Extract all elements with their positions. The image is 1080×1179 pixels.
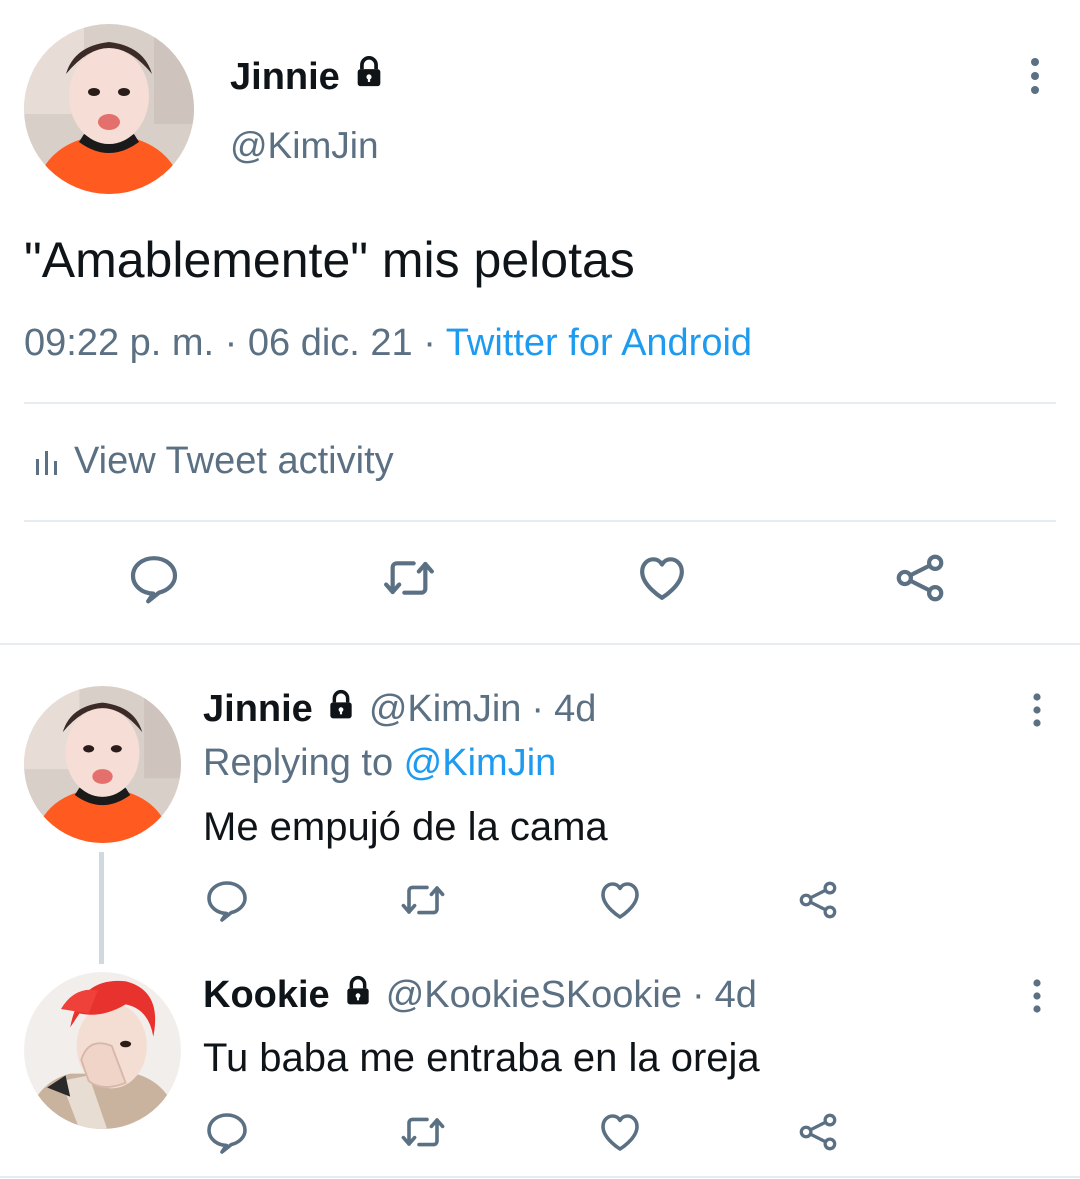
- more-vertical-icon[interactable]: [1022, 692, 1052, 732]
- tweet-actions: [0, 1108, 1080, 1158]
- tweet-text: Tu baba me entraba en la oreja: [203, 1036, 760, 1080]
- avatar[interactable]: [24, 686, 181, 843]
- lock-icon: [342, 974, 374, 1017]
- reply-header: Jinnie @KimJin · 4d: [203, 688, 596, 731]
- main-tweet: Jinnie @KimJin "Amablemente" mis pelotas…: [0, 0, 1080, 645]
- author-name[interactable]: Jinnie: [230, 55, 386, 99]
- divider: [0, 1176, 1080, 1178]
- speech-bubble-icon[interactable]: [126, 550, 182, 606]
- author-name-text: Jinnie: [230, 55, 340, 98]
- tweet-text: Me empujó de la cama: [203, 805, 608, 849]
- retweet-icon[interactable]: [380, 550, 438, 606]
- heart-icon[interactable]: [596, 1108, 644, 1156]
- speech-bubble-icon[interactable]: [203, 876, 251, 924]
- tweet-actions: [0, 876, 1080, 926]
- view-tweet-activity-button[interactable]: View Tweet activity: [34, 440, 394, 483]
- share-icon[interactable]: [796, 1108, 840, 1156]
- replying-prefix: Replying to: [203, 742, 404, 784]
- heart-icon[interactable]: [596, 876, 644, 924]
- author-name[interactable]: Jinnie: [203, 688, 313, 731]
- avatar[interactable]: [24, 972, 181, 1129]
- meta-separator: ·: [214, 322, 248, 364]
- meta-separator: ·: [412, 322, 446, 364]
- share-icon[interactable]: [892, 550, 948, 606]
- author-handle[interactable]: @KimJin: [369, 688, 522, 731]
- tweet-text: "Amablemente" mis pelotas: [24, 232, 635, 288]
- author-handle[interactable]: @KookieSKookie: [386, 974, 682, 1017]
- lock-icon: [325, 688, 357, 731]
- replying-to: Replying to @KimJin: [203, 742, 556, 785]
- divider: [24, 402, 1056, 404]
- bar-chart-icon: [34, 447, 60, 477]
- retweet-icon[interactable]: [398, 876, 448, 924]
- separator-dot: ·: [692, 974, 705, 1016]
- author-handle[interactable]: @KimJin: [230, 125, 379, 167]
- author-name[interactable]: Kookie: [203, 974, 330, 1017]
- lock-icon: [352, 55, 386, 99]
- more-vertical-icon[interactable]: [1022, 978, 1052, 1018]
- divider: [24, 520, 1056, 522]
- tweet-date[interactable]: 06 dic. 21: [248, 322, 413, 364]
- retweet-icon[interactable]: [398, 1108, 448, 1156]
- separator-dot: ·: [531, 688, 545, 730]
- share-icon[interactable]: [796, 876, 840, 924]
- avatar[interactable]: [24, 24, 194, 194]
- more-vertical-icon[interactable]: [1018, 56, 1052, 96]
- tweet-age[interactable]: 4d: [715, 974, 757, 1017]
- replying-to-link[interactable]: @KimJin: [404, 742, 557, 784]
- tweet-age[interactable]: 4d: [554, 688, 596, 731]
- reply-header: Kookie @KookieSKookie · 4d: [203, 974, 757, 1017]
- heart-icon[interactable]: [634, 550, 690, 606]
- tweet-meta: 09:22 p. m. · 06 dic. 21 · Twitter for A…: [24, 322, 752, 365]
- tweet-actions: [0, 550, 1080, 614]
- speech-bubble-icon[interactable]: [203, 1108, 251, 1156]
- tweet-source-link[interactable]: Twitter for Android: [446, 322, 752, 364]
- activity-label: View Tweet activity: [74, 440, 394, 482]
- tweet-time[interactable]: 09:22 p. m.: [24, 322, 214, 364]
